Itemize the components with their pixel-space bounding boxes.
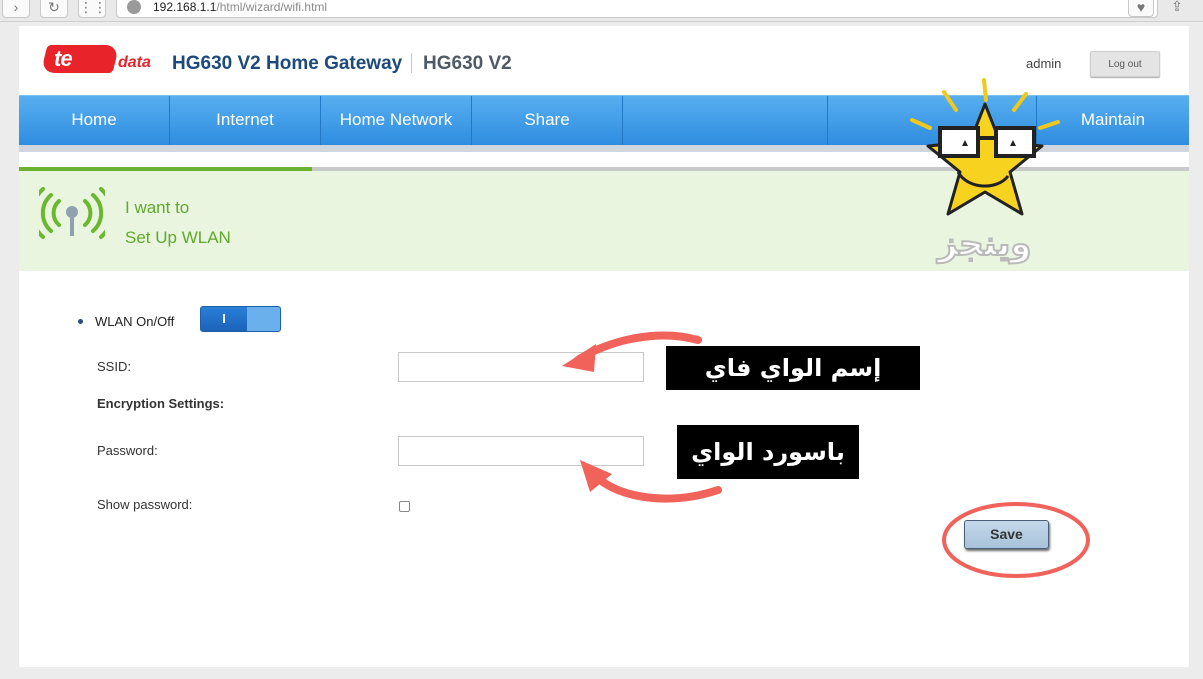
title-divider <box>411 53 412 73</box>
wlan-toggle[interactable]: I <box>200 306 281 332</box>
logo-text: te <box>54 46 73 71</box>
gateway-title: HG630 V2 Home Gateway <box>172 53 403 74</box>
reload-icon: ↻ <box>48 0 60 15</box>
wlan-toggle-knob[interactable]: I <box>201 307 247 331</box>
ssid-input[interactable] <box>398 352 644 382</box>
nav-share[interactable]: Share <box>472 96 623 146</box>
username-label: admin <box>1026 56 1062 71</box>
password-label: Password: <box>97 443 158 458</box>
forward-button[interactable]: › <box>2 0 30 18</box>
heart-icon: ♥ <box>1136 0 1146 15</box>
ssid-caption: إسم الواي فاي <box>666 346 920 390</box>
address-bar[interactable]: 192.168.1.1/html/wizard/wifi.html <box>116 0 1158 18</box>
grid-icon: ⋮⋮ <box>79 0 107 15</box>
wifi-antenna-icon <box>39 187 105 239</box>
url-path: /html/wizard/wifi.html <box>216 0 328 14</box>
wlan-toggle-label: WLAN On/Off <box>95 314 175 329</box>
model-name: HG630 V2 <box>423 53 512 74</box>
share-icon: ⇪ <box>1171 0 1183 14</box>
chevron-right-icon: › <box>13 0 19 15</box>
nav-hidden-1[interactable] <box>623 96 828 146</box>
router-page: te data HG630 V2 Home Gateway HG630 V2 a… <box>19 26 1189 667</box>
apps-grid-button[interactable]: ⋮⋮ <box>78 0 107 18</box>
globe-icon <box>127 0 141 14</box>
logo-suffix: data <box>118 54 151 71</box>
banner-line-2: Set Up WLAN <box>125 228 231 247</box>
nav-home-network[interactable]: Home Network <box>321 96 472 146</box>
share-button[interactable]: ⇪ <box>1166 0 1188 16</box>
logo-shape <box>40 45 120 73</box>
main-nav: Home Internet Home Network Share Maintai… <box>19 95 1189 146</box>
encryption-heading: Encryption Settings: <box>97 396 225 411</box>
show-password-label: Show password: <box>97 497 193 512</box>
url-host: 192.168.1.1 <box>153 0 217 14</box>
show-password-checkbox[interactable] <box>399 501 410 512</box>
te-data-logo: te data <box>40 45 151 75</box>
nav-home[interactable]: Home <box>19 96 170 146</box>
favorite-button[interactable]: ♥ <box>1128 0 1154 17</box>
password-input[interactable] <box>398 436 644 466</box>
browser-toolbar: › ↻ ⋮⋮ 192.168.1.1/html/wizard/wifi.html… <box>0 0 1203 22</box>
watermark: وينجز <box>937 223 1032 265</box>
save-button[interactable]: Save <box>964 520 1049 549</box>
nav-internet[interactable]: Internet <box>170 96 321 146</box>
password-caption: باسورد الواي فاي <box>677 425 859 520</box>
nav-shadow <box>19 145 1189 152</box>
banner-line-1: I want to <box>125 198 190 217</box>
logout-button[interactable]: Log out <box>1090 51 1160 77</box>
nav-hidden-2[interactable] <box>828 96 1037 146</box>
bullet-icon <box>78 319 83 324</box>
nav-maintain[interactable]: Maintain <box>1037 96 1189 146</box>
ssid-label: SSID: <box>97 359 131 374</box>
reload-button[interactable]: ↻ <box>40 0 68 18</box>
